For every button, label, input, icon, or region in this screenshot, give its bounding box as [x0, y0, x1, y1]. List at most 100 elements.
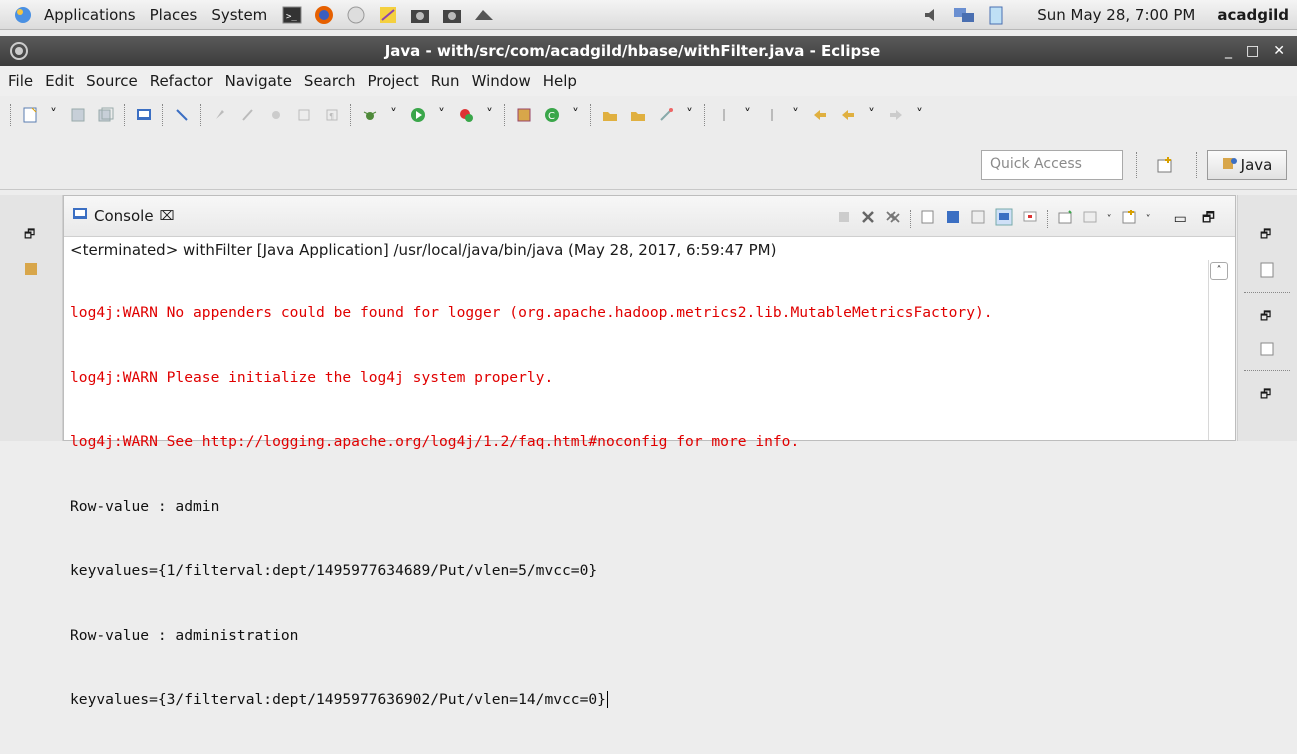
network-icon[interactable] [953, 5, 975, 25]
minimize-icon[interactable]: _ [1225, 43, 1232, 59]
close-tab-icon[interactable]: ⌧ [160, 209, 175, 224]
external-tools-icon[interactable] [458, 107, 474, 123]
menu-search[interactable]: Search [304, 72, 356, 90]
terminal-icon[interactable]: >_ [281, 5, 303, 25]
chevron-down-icon[interactable]: ˅ [572, 107, 580, 123]
terminate-icon[interactable] [837, 210, 851, 228]
restore-icon[interactable]: 🗗 [1260, 225, 1297, 246]
menu-navigate[interactable]: Navigate [225, 72, 292, 90]
open-type-icon[interactable] [602, 107, 618, 123]
scroll-lock-icon[interactable] [945, 209, 961, 229]
chevron-down-icon[interactable]: ˅ [390, 107, 398, 123]
toolbar-separator [200, 104, 202, 126]
console-icon [72, 206, 88, 226]
maximize-icon[interactable]: □ [1246, 43, 1259, 59]
package-explorer-icon[interactable] [24, 262, 62, 280]
text-editor-icon[interactable] [377, 5, 399, 25]
open-console-icon[interactable] [1121, 209, 1137, 229]
menu-window[interactable]: Window [472, 72, 531, 90]
pin-console-icon[interactable] [1057, 209, 1073, 229]
run-icon[interactable] [410, 107, 426, 123]
quick-access-input[interactable]: Quick Access [981, 150, 1123, 180]
menu-file[interactable]: File [8, 72, 33, 90]
console-scrollbar[interactable]: ˄ [1208, 260, 1228, 440]
screenshot-tool-icon[interactable] [473, 5, 495, 25]
panel-username[interactable]: acadgild [1217, 6, 1289, 24]
chevron-down-icon[interactable]: ˅ [686, 107, 694, 123]
menu-applications[interactable]: Applications [44, 6, 136, 24]
toolbar-separator [704, 104, 706, 126]
previous-annotation-icon[interactable] [764, 107, 780, 123]
next-annotation-icon[interactable] [716, 107, 732, 123]
remove-all-terminated-icon[interactable] [885, 209, 901, 229]
applications-icon[interactable] [12, 5, 34, 25]
maximize-view-icon[interactable]: 🗗 [1202, 207, 1215, 231]
debug-icon[interactable] [362, 107, 378, 123]
svg-text:C: C [548, 111, 555, 122]
new-java-class-icon[interactable]: C [544, 107, 560, 123]
chevron-down-icon[interactable]: ˅ [916, 107, 924, 123]
open-perspective-icon[interactable] [1157, 156, 1175, 178]
show-on-stderr-icon[interactable] [1022, 209, 1038, 229]
menu-refactor[interactable]: Refactor [150, 72, 213, 90]
scroll-up-arrow[interactable]: ˄ [1210, 262, 1228, 280]
menu-run[interactable]: Run [431, 72, 460, 90]
open-folder-icon[interactable] [630, 107, 646, 123]
skip-breakpoints-icon[interactable] [174, 107, 190, 123]
chevron-down-icon[interactable]: ˅ [486, 107, 494, 123]
screenshot-icon[interactable] [409, 5, 431, 25]
menu-source[interactable]: Source [86, 72, 138, 90]
battery-icon[interactable] [985, 5, 1007, 25]
new-java-package-icon[interactable] [516, 107, 532, 123]
chevron-down-icon[interactable]: ˅ [1146, 214, 1151, 225]
left-minimized-stack: 🗗 [0, 195, 63, 441]
task-list-icon[interactable] [1260, 262, 1297, 282]
close-icon[interactable]: ✕ [1273, 43, 1285, 59]
java-perspective-icon [1222, 155, 1238, 175]
menu-system[interactable]: System [211, 6, 267, 24]
open-task-icon[interactable] [658, 107, 674, 123]
chevron-down-icon[interactable]: ˅ [1107, 214, 1112, 225]
menu-project[interactable]: Project [367, 72, 418, 90]
save-all-icon[interactable] [98, 107, 114, 123]
chevron-down-icon[interactable]: ˅ [438, 107, 446, 123]
tab-console[interactable]: Console ⌧ [72, 206, 175, 226]
last-edit-location-icon[interactable] [812, 107, 828, 123]
word-wrap-icon[interactable] [970, 209, 986, 229]
chevron-down-icon[interactable]: ˅ [868, 107, 876, 123]
email-client-icon[interactable] [345, 5, 367, 25]
show-whitespace-icon[interactable]: ¶ [324, 107, 340, 123]
panel-clock[interactable]: Sun May 28, 7:00 PM [1037, 6, 1195, 24]
display-console-icon[interactable] [1082, 209, 1098, 229]
back-arrow-icon[interactable] [840, 107, 856, 123]
show-on-stdout-icon[interactable] [995, 208, 1013, 230]
volume-icon[interactable] [921, 5, 943, 25]
save-icon[interactable] [70, 107, 86, 123]
menu-edit[interactable]: Edit [45, 72, 74, 90]
camera-icon[interactable] [441, 5, 463, 25]
restore-icon[interactable]: 🗗 [24, 225, 62, 246]
restore-icon[interactable]: 🗗 [1260, 385, 1297, 406]
console-output[interactable]: log4j:WARN No appenders could be found f… [64, 259, 1235, 754]
chevron-down-icon[interactable]: ˅ [792, 107, 800, 123]
remove-launch-icon[interactable] [860, 209, 876, 229]
pen-icon[interactable] [240, 107, 256, 123]
minimize-view-icon[interactable]: ▭ [1174, 211, 1187, 227]
forward-arrow-icon[interactable] [888, 107, 904, 123]
menu-help[interactable]: Help [543, 72, 577, 90]
highlight-icon[interactable] [268, 107, 284, 123]
block-selection-icon[interactable] [296, 107, 312, 123]
toolbar-separator [504, 104, 506, 126]
mark-occurrences-icon[interactable] [212, 107, 228, 123]
outline-icon[interactable] [1260, 342, 1297, 360]
firefox-icon[interactable] [313, 5, 335, 25]
terminal-view-icon[interactable] [136, 107, 152, 123]
chevron-down-icon[interactable]: ˅ [50, 107, 58, 123]
clear-console-icon[interactable] [920, 209, 936, 229]
new-file-icon[interactable] [22, 107, 38, 123]
toolbar-separator [590, 104, 592, 126]
restore-icon[interactable]: 🗗 [1260, 307, 1297, 328]
java-perspective-button[interactable]: Java [1207, 150, 1287, 180]
chevron-down-icon[interactable]: ˅ [744, 107, 752, 123]
menu-places[interactable]: Places [150, 6, 198, 24]
